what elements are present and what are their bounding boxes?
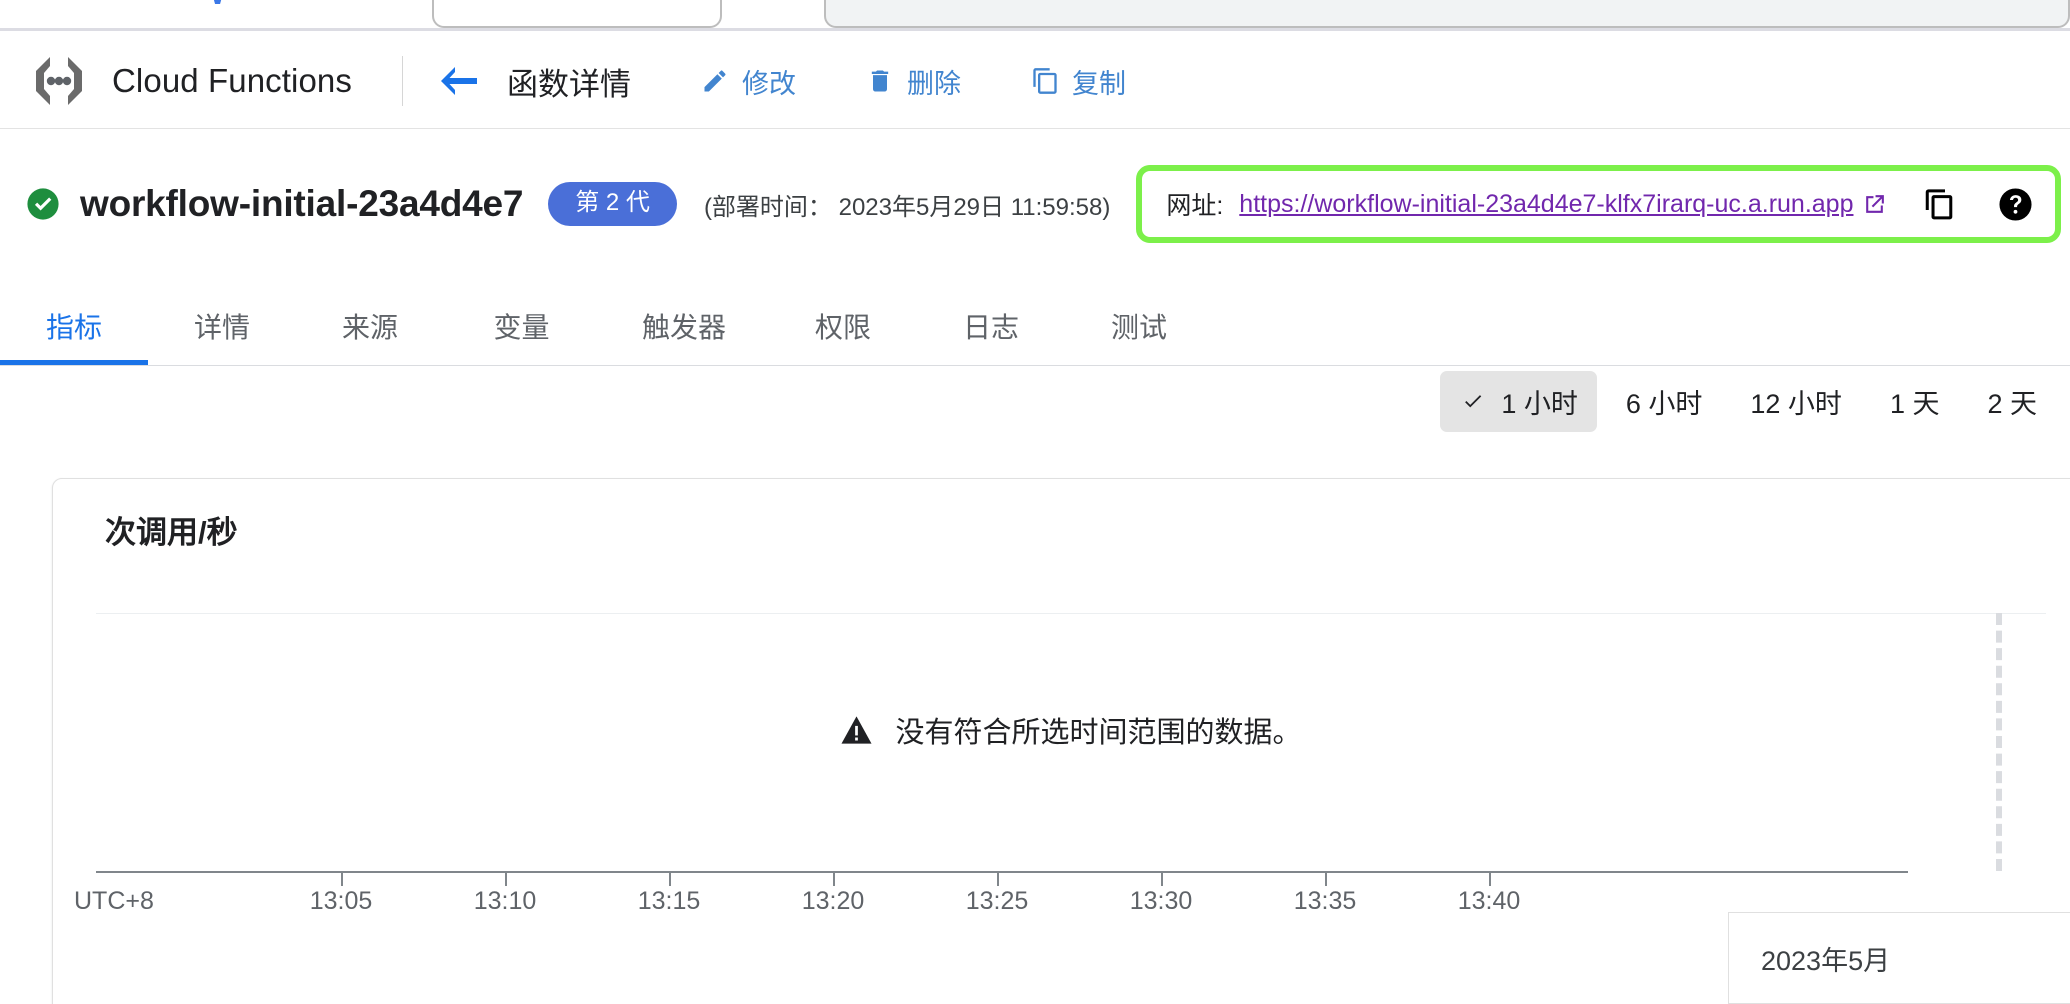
time-range-label: 6 小时 — [1625, 388, 1703, 419]
tab-triggers[interactable]: 触发器 — [599, 288, 769, 346]
header-actions: 修改 删除 复制 — [701, 62, 1196, 101]
chart-x-ticks — [96, 873, 2046, 887]
url-label: 网址: — [1166, 192, 1224, 220]
copy-label: 复制 — [1071, 68, 1126, 99]
edit-button[interactable]: 修改 — [701, 62, 796, 101]
header-divider — [401, 56, 403, 106]
function-url-link[interactable]: https://workflow-initial-23a4d4e7-klfx7i… — [1239, 190, 1853, 219]
copy-url-button[interactable] — [1923, 188, 1956, 221]
x-axis-label: 13:10 — [473, 887, 537, 915]
function-summary-row: workflow-initial-23a4d4e7 第 2 代 (部署时间： 2… — [0, 129, 2070, 279]
timezone-label: UTC+8 — [74, 887, 154, 915]
x-axis-label: 13:05 — [309, 887, 373, 915]
tab-label: 详情 — [193, 312, 250, 343]
check-circle-icon — [26, 187, 60, 221]
x-axis-label: 13:15 — [637, 887, 701, 915]
x-tick — [669, 873, 671, 886]
x-tick — [1489, 873, 1491, 886]
chart-empty-state: 没有符合所选时间范围的数据。 — [96, 709, 2046, 751]
time-range-label: 12 小时 — [1750, 388, 1842, 419]
chart-top-gridline — [96, 613, 2046, 614]
detail-tabs: 指标 详情 来源 变量 触发器 权限 日志 测试 — [0, 288, 2070, 366]
url-highlight-box: 网址: https://workflow-initial-23a4d4e7-kl… — [1136, 165, 2062, 243]
x-tick — [1325, 873, 1327, 886]
product-name: Cloud Functions — [112, 62, 352, 99]
time-range-label: 1 天 — [1889, 388, 1940, 419]
x-tick — [341, 873, 343, 886]
copy-icon — [1031, 67, 1059, 95]
tab-label: 来源 — [341, 312, 398, 343]
time-range-label: 1 小时 — [1501, 388, 1578, 419]
tab-label: 测试 — [1110, 312, 1167, 343]
time-range-12h[interactable]: 12 小时 — [1731, 371, 1861, 432]
x-tick — [1161, 873, 1163, 886]
page-title: 函数详情 — [506, 66, 631, 102]
browser-chrome-strip: ∨ — [0, 0, 2070, 31]
cloud-functions-logo — [30, 55, 88, 107]
x-axis-label: 13:30 — [1129, 887, 1193, 915]
generation-badge: 第 2 代 — [548, 182, 677, 226]
chart-title: 次调用/秒 — [105, 515, 238, 550]
tab-testing[interactable]: 测试 — [1065, 288, 1213, 346]
tab-permissions[interactable]: 权限 — [769, 288, 917, 346]
deployment-time: (部署时间： 2023年5月29日 11:59:58) — [703, 193, 1111, 221]
delete-label: 删除 — [906, 68, 961, 99]
check-icon — [1459, 390, 1487, 412]
time-range-6h[interactable]: 6 小时 — [1607, 371, 1722, 432]
x-tick — [833, 873, 835, 886]
time-range-1d[interactable]: 1 天 — [1871, 371, 1959, 432]
chart-empty-message: 没有符合所选时间范围的数据。 — [895, 717, 1302, 749]
x-tick — [997, 873, 999, 886]
x-axis-label: 13:20 — [801, 887, 865, 915]
back-button[interactable] — [437, 59, 481, 103]
time-range-1h[interactable]: 1 小时 — [1440, 370, 1597, 432]
tab-details[interactable]: 详情 — [148, 288, 296, 346]
tab-variables[interactable]: 变量 — [444, 288, 599, 346]
x-tick — [505, 873, 507, 886]
tab-label: 权限 — [814, 312, 871, 343]
blue-marker-icon: ∨ — [207, 0, 228, 8]
tab-logs[interactable]: 日志 — [917, 288, 1065, 346]
time-range-label: 2 天 — [1987, 388, 2037, 419]
time-range-selector: 1 小时 6 小时 12 小时 1 天 2 天 — [0, 370, 2070, 432]
app-header: Cloud Functions 函数详情 修改 删除 复制 — [0, 34, 2070, 129]
tab-label: 触发器 — [641, 312, 726, 343]
function-name: workflow-initial-23a4d4e7 — [80, 183, 524, 224]
warning-triangle-icon — [840, 715, 873, 745]
pencil-icon — [701, 67, 729, 95]
x-axis-label: 13:25 — [965, 887, 1029, 915]
x-axis-label: 13:35 — [1293, 887, 1357, 915]
tab-label: 日志 — [962, 312, 1019, 343]
tab-source[interactable]: 来源 — [296, 288, 444, 346]
open-in-new-icon[interactable] — [1862, 192, 1887, 217]
tab-label: 变量 — [493, 312, 550, 343]
tooltip-date: 2023年5月 — [1761, 945, 1891, 976]
browser-address-partial[interactable] — [824, 0, 2070, 28]
x-axis-label: 13:40 — [1457, 887, 1521, 915]
chart-tooltip: 2023年5月 — [1728, 912, 2070, 1004]
copy-button[interactable]: 复制 — [1031, 62, 1126, 101]
delete-button[interactable]: 删除 — [866, 62, 961, 101]
trash-icon — [866, 67, 894, 95]
tab-label: 指标 — [45, 312, 102, 343]
browser-tab-partial[interactable] — [432, 0, 722, 28]
chart-plot-area: 没有符合所选时间范围的数据。 — [96, 613, 2046, 873]
tab-metrics[interactable]: 指标 — [0, 288, 148, 365]
help-circle-icon[interactable] — [1998, 187, 2033, 222]
screenshot-root: ∨ Cloud Functions 函数详情 — [0, 0, 2070, 1004]
edit-label: 修改 — [741, 68, 796, 99]
arrow-left-icon — [440, 67, 477, 95]
time-range-2d[interactable]: 2 天 — [1968, 371, 2056, 432]
